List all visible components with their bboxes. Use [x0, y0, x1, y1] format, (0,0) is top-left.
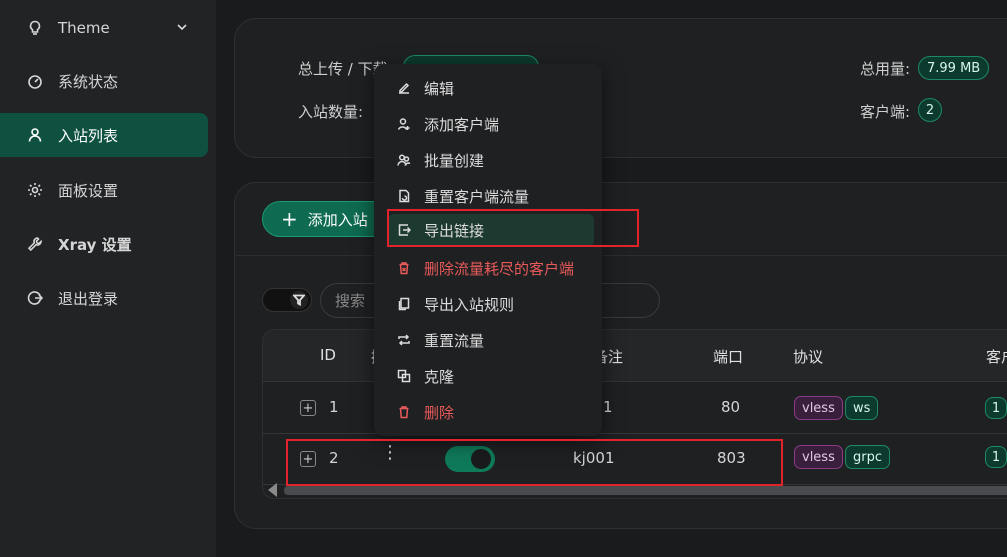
highlight-row-2 — [286, 439, 783, 486]
menu-item-label: 重置流量 — [424, 331, 485, 350]
menu-item-reset-client-traffic[interactable]: 重置客户端流量 — [388, 180, 594, 212]
transport-tag: grpc — [845, 445, 890, 469]
menu-item-label: 删除 — [424, 403, 455, 422]
total-usage-badge: 7.99 MB — [918, 56, 990, 80]
row-remark: 1 — [603, 398, 613, 416]
sidebar-item-system-status[interactable]: 系统状态 — [0, 59, 208, 103]
user-icon — [26, 126, 44, 144]
search-placeholder: 搜索 — [335, 292, 366, 310]
retweet-icon — [396, 332, 412, 348]
sidebar-item-label: Xray 设置 — [58, 235, 132, 254]
sidebar-item-label: 入站列表 — [58, 126, 119, 145]
menu-item-label: 删除流量耗尽的客户端 — [424, 259, 575, 278]
clients-label: 客户端: — [860, 103, 911, 121]
sidebar-item-theme[interactable]: Theme — [0, 6, 208, 50]
header-id: ID — [320, 346, 336, 364]
highlight-export-links — [387, 209, 639, 247]
expand-row-icon[interactable]: + — [300, 400, 316, 416]
menu-item-delete-depleted-clients[interactable]: 删除流量耗尽的客户端 — [388, 252, 594, 284]
wrench-icon — [26, 235, 44, 253]
gear-icon — [26, 181, 44, 199]
sidebar-item-label: Theme — [58, 19, 110, 37]
row-port: 80 — [721, 398, 741, 416]
menu-item-label: 导出入站规则 — [424, 295, 515, 314]
clients-count: 1 — [985, 397, 1007, 419]
filter-toggle[interactable] — [262, 288, 312, 312]
menu-item-label: 重置客户端流量 — [424, 187, 530, 206]
copy-icon — [396, 296, 412, 312]
protocol-tag: vless — [794, 445, 843, 469]
sidebar-item-xray-settings[interactable]: Xray 设置 — [0, 222, 208, 266]
menu-item-label: 编辑 — [424, 79, 455, 98]
sidebar-item-label: 退出登录 — [58, 289, 119, 308]
sidebar-item-label: 系统状态 — [58, 72, 119, 91]
header-protocol: 协议 — [793, 348, 824, 366]
stats-card — [234, 18, 1007, 158]
sidebar-item-inbounds[interactable]: 入站列表 — [0, 113, 208, 157]
menu-item-edit[interactable]: 编辑 — [388, 72, 594, 104]
row-id: 1 — [329, 398, 339, 416]
menu-item-export-inbound-rules[interactable]: 导出入站规则 — [388, 288, 594, 320]
sidebar: Theme 系统状态 入站列表 面板设置 Xray 设置 退出登录 — [0, 0, 216, 557]
edit-icon — [396, 80, 412, 96]
plus-icon: + — [281, 207, 298, 231]
protocol-tag: vless — [794, 396, 843, 420]
menu-item-delete[interactable]: 删除 — [388, 396, 594, 428]
filter-icon — [290, 291, 308, 309]
menu-item-label: 克隆 — [424, 367, 455, 386]
inbounds-count-label: 入站数量: — [298, 103, 364, 121]
scrollbar-thumb[interactable] — [284, 486, 1007, 495]
sidebar-item-label: 面板设置 — [58, 181, 119, 200]
sidebar-item-panel-settings[interactable]: 面板设置 — [0, 168, 208, 212]
menu-item-add-client[interactable]: 添加客户端 — [388, 108, 594, 140]
users-icon — [396, 152, 412, 168]
menu-item-reset-traffic[interactable]: 重置流量 — [388, 324, 594, 356]
header-port: 端口 — [713, 348, 744, 366]
clone-icon — [396, 368, 412, 384]
bulb-icon — [26, 19, 44, 37]
divider — [236, 255, 1007, 256]
menu-item-bulk-create[interactable]: 批量创建 — [388, 144, 594, 176]
chevron-down-icon[interactable] — [176, 19, 188, 37]
file-reset-icon — [396, 188, 412, 204]
transport-tag: ws — [845, 396, 879, 420]
menu-item-label: 添加客户端 — [424, 115, 500, 134]
total-usage-label: 总用量: — [860, 60, 911, 78]
trash-clear-icon — [396, 260, 412, 276]
inbound-actions-menu: 编辑 添加客户端 批量创建 重置客户端流量 导出链接 删除流量耗尽的客户端 导出… — [374, 64, 602, 436]
scroll-left-icon[interactable] — [268, 483, 277, 497]
add-inbound-label: 添加入站 — [307, 210, 368, 229]
clients-count-badge: 2 — [918, 98, 942, 122]
logout-icon — [26, 289, 44, 307]
sidebar-item-logout[interactable]: 退出登录 — [0, 276, 208, 320]
dashboard-icon — [26, 72, 44, 90]
clients-count: 1 — [985, 446, 1007, 468]
user-add-icon — [396, 116, 412, 132]
menu-item-label: 批量创建 — [424, 151, 485, 170]
delete-icon — [396, 404, 412, 420]
header-clients: 客户 — [986, 348, 1007, 366]
menu-item-clone[interactable]: 克隆 — [388, 360, 594, 392]
